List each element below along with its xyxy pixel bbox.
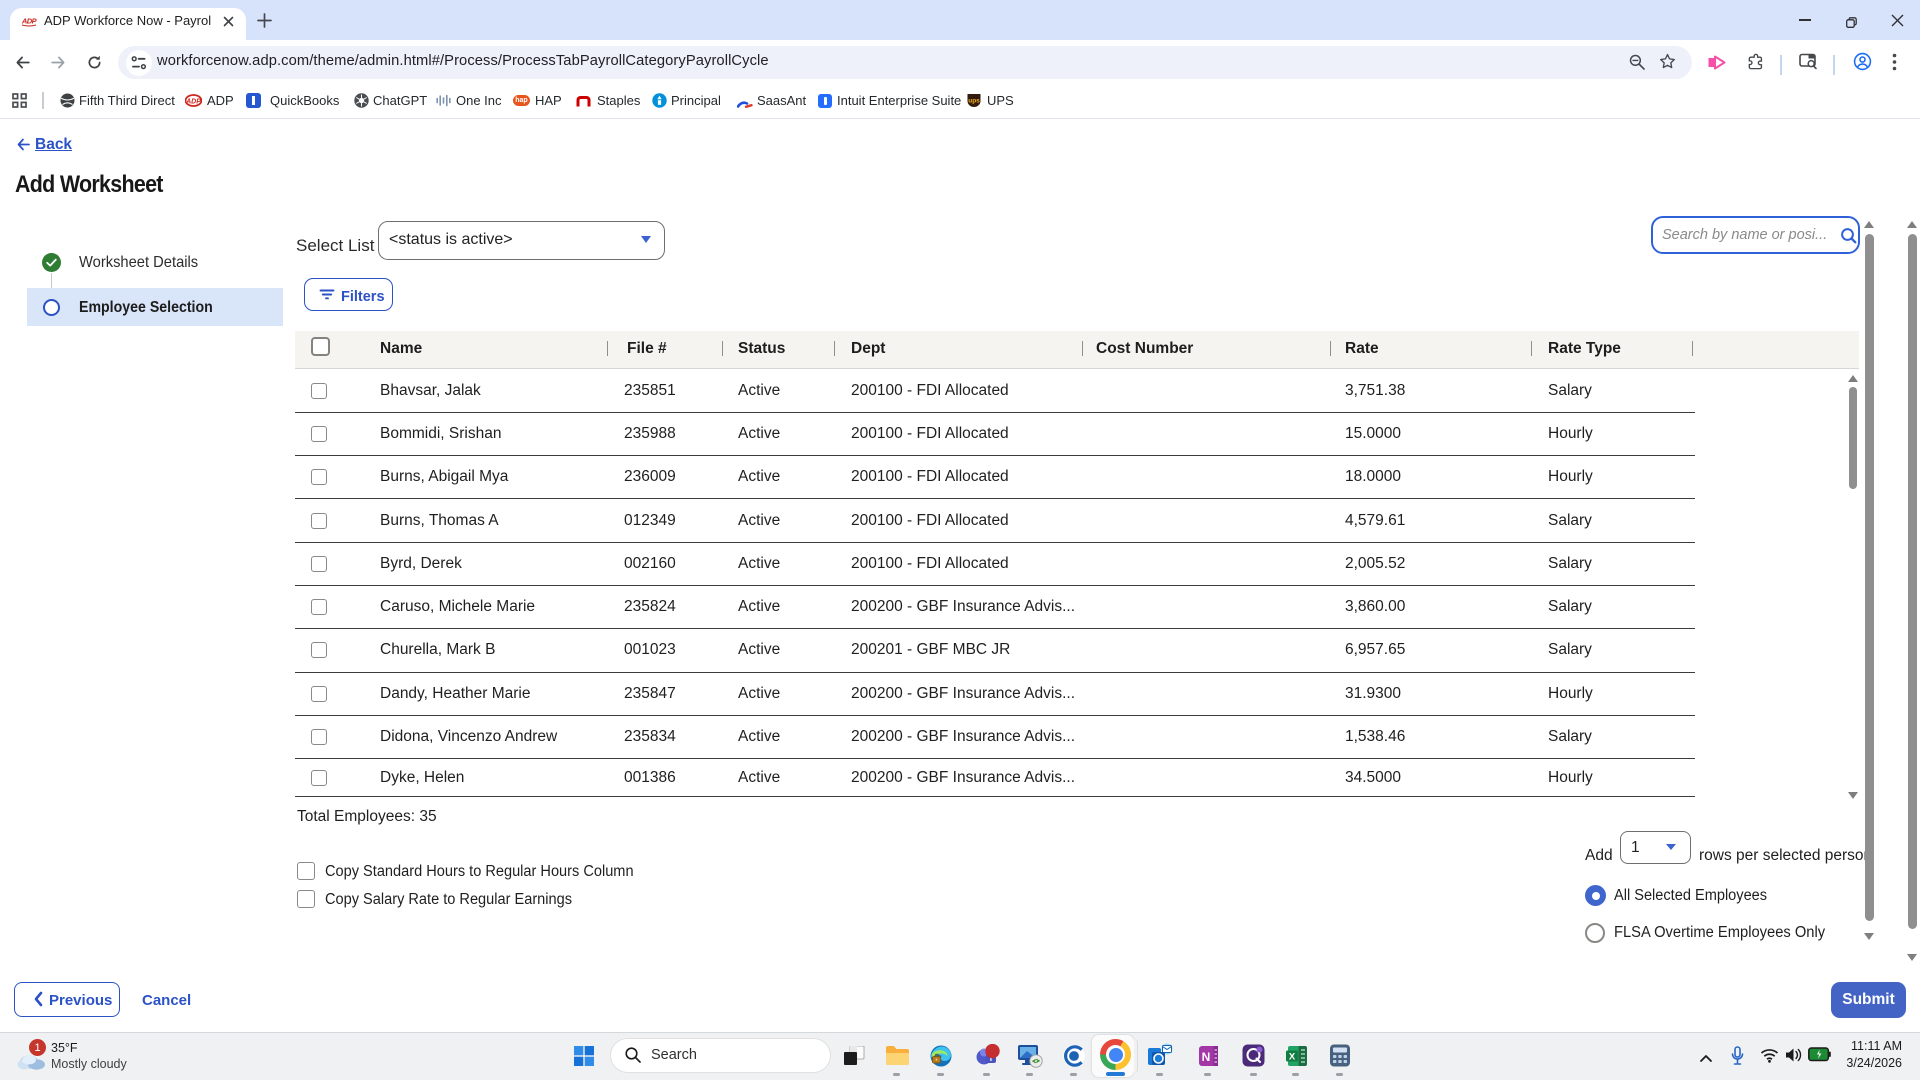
svg-text:X: X	[1289, 1052, 1296, 1063]
svg-text:ADP: ADP	[21, 17, 38, 26]
svg-text:N: N	[1202, 1050, 1211, 1064]
svg-text:ADP: ADP	[185, 98, 201, 105]
svg-text:ups: ups	[968, 98, 980, 105]
